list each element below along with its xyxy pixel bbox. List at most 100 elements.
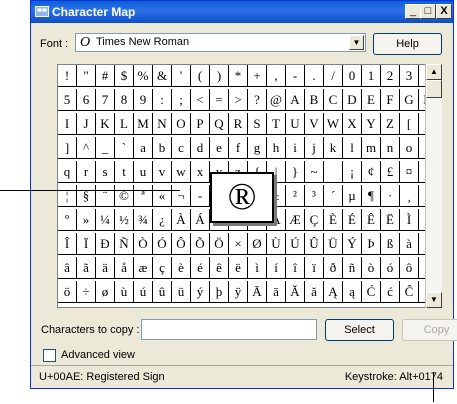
character-cell[interactable]: ¿ [153,209,172,231]
character-cell[interactable]: + [248,65,267,87]
character-cell[interactable]: ~ [305,161,324,183]
character-cell[interactable]: È [324,209,343,231]
character-cell[interactable]: × [229,233,248,255]
character-cell[interactable]: ¤ [400,161,419,183]
character-cell[interactable]: ² [286,185,305,207]
help-button[interactable]: Help [373,33,442,55]
character-cell[interactable]: ; [172,89,191,111]
character-cell[interactable]: ù [115,281,134,303]
character-cell[interactable]: Ñ [115,233,134,255]
character-grid-scrollbar[interactable]: ▲ ▼ [425,64,442,308]
character-cell[interactable]: þ [210,281,229,303]
character-cell[interactable]: ü [172,281,191,303]
character-cell[interactable]: ì [248,257,267,279]
character-cell[interactable]: > [229,89,248,111]
character-cell[interactable]: « [153,185,172,207]
character-cell[interactable]: ( [191,65,210,87]
character-cell[interactable]: K [96,113,115,135]
character-cell[interactable]: ô [400,257,419,279]
character-cell[interactable]: l [343,137,362,159]
character-cell[interactable]: E [362,89,381,111]
character-cell[interactable]: F [381,89,400,111]
character-cell[interactable]: D [343,89,362,111]
character-cell[interactable]: b [153,137,172,159]
character-cell[interactable]: Ë [381,209,400,231]
character-cell[interactable]: ý [191,281,210,303]
character-cell[interactable]: ö [58,281,77,303]
character-cell[interactable]: ø [96,281,115,303]
character-cell[interactable]: J [77,113,96,135]
scroll-down-button[interactable]: ▼ [426,292,442,308]
character-cell[interactable]: _ [96,137,115,159]
character-cell[interactable]: ´ [324,185,343,207]
character-cell[interactable]: w [172,161,191,183]
character-cell[interactable]: M [134,113,153,135]
character-cell[interactable]: ¾ [134,209,153,231]
character-cell[interactable]: ß [381,233,400,255]
maximize-button[interactable]: □ [420,4,436,19]
character-cell[interactable]: Ç [305,209,324,231]
character-cell[interactable]: ä [96,257,115,279]
character-cell[interactable]: ą [343,281,362,303]
character-cell[interactable]: ê [210,257,229,279]
character-cell[interactable]: Ô [172,233,191,255]
scrollbar-thumb[interactable] [426,80,442,98]
character-cell[interactable]: G [400,89,419,111]
character-cell[interactable]: î [286,257,305,279]
character-cell[interactable]: ï [305,257,324,279]
character-cell[interactable]: C [324,89,343,111]
character-cell[interactable]: m [362,137,381,159]
character-cell[interactable]: ? [248,89,267,111]
character-cell[interactable]: ¬ [172,185,191,207]
character-cell[interactable]: ¶ [362,185,381,207]
character-cell[interactable]: £ [381,161,400,183]
copy-button[interactable]: Copy [402,319,457,341]
character-cell[interactable]: ) [210,65,229,87]
character-cell[interactable]: - [286,65,305,87]
character-cell[interactable]: Ą [324,281,343,303]
character-cell[interactable]: Æ [286,209,305,231]
character-cell[interactable]: Ò [134,233,153,255]
character-cell[interactable]: d [191,137,210,159]
character-cell[interactable]: ! [58,65,77,87]
character-cell[interactable]: $ [115,65,134,87]
character-cell[interactable]: 3 [400,65,419,87]
character-cell[interactable]: ^ [77,137,96,159]
character-cell[interactable]: ½ [115,209,134,231]
character-cell[interactable]: Y [362,113,381,135]
character-cell[interactable]: r [77,161,96,183]
character-cell[interactable]: V [305,113,324,135]
character-cell[interactable]: L [115,113,134,135]
character-cell[interactable]: u [134,161,153,183]
character-cell[interactable]: ¸ [400,185,419,207]
character-cell[interactable]: 6 [77,89,96,111]
character-cell[interactable]: A [286,89,305,111]
font-dropdown-button[interactable]: ▼ [349,35,364,50]
character-cell[interactable]: * [229,65,248,87]
character-cell[interactable]: º [58,209,77,231]
character-cell[interactable]: Ý [343,233,362,255]
character-cell[interactable]: 9 [134,89,153,111]
character-cell[interactable]: a [134,137,153,159]
character-cell[interactable]: < [191,89,210,111]
advanced-view-checkbox[interactable] [43,349,56,362]
character-cell[interactable]: Ù [267,233,286,255]
character-cell[interactable]: » [77,209,96,231]
character-cell[interactable]: X [343,113,362,135]
character-cell[interactable]: } [286,161,305,183]
character-cell[interactable]: P [191,113,210,135]
character-cell[interactable]: O [172,113,191,135]
character-cell[interactable]: / [324,65,343,87]
character-cell[interactable]: o [400,137,419,159]
character-cell[interactable]: % [134,65,153,87]
character-cell[interactable]: µ [343,185,362,207]
character-cell[interactable]: ] [58,137,77,159]
character-cell[interactable]: è [172,257,191,279]
character-cell[interactable]: ë [229,257,248,279]
character-cell[interactable]: # [96,65,115,87]
character-cell[interactable]: ó [381,257,400,279]
character-cell[interactable]: j [305,137,324,159]
character-cell[interactable]: S [248,113,267,135]
close-button[interactable]: X [436,4,452,19]
character-cell[interactable]: ¢ [362,161,381,183]
